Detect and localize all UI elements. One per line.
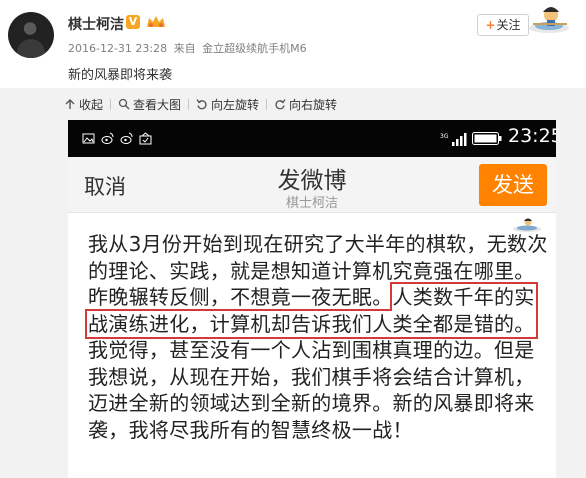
viewer-toolbar: 收起 查看大图 向左旋转 向右旋转 [64, 94, 337, 114]
message-notification-icon [139, 132, 152, 145]
status-time: 23:25 [508, 125, 556, 147]
view-large-label: 查看大图 [133, 97, 182, 112]
compose-editor[interactable]: 我从3月份开始到现在研究了大半年的棋软，无数次的理论、实践，就是想知道计算机究竟… [68, 213, 556, 478]
weibo-notification-icon [120, 132, 133, 144]
rotate-left-icon [196, 99, 207, 110]
post-text: 新的风暴即将来袭 [68, 68, 173, 83]
toolbar-divider [110, 98, 112, 110]
collapse-button[interactable]: 收起 [64, 96, 103, 113]
vip-crown-icon [147, 16, 165, 27]
collapse-arrow-icon [65, 99, 75, 109]
image-notification-icon [82, 133, 95, 144]
notification-icons [82, 132, 152, 145]
verified-badge-icon: V [126, 15, 140, 29]
rotate-right-button[interactable]: 向右旋转 [274, 96, 337, 113]
post-source-prefix: 来自 [173, 42, 196, 55]
avatar[interactable] [8, 12, 54, 58]
signal-icon: 3G [440, 133, 467, 146]
follow-button[interactable]: +关注 [477, 14, 529, 36]
battery-icon [472, 132, 502, 145]
view-large-button[interactable]: 查看大图 [118, 96, 181, 113]
image-viewer: 收起 查看大图 向左旋转 向右旋转 3G 23:2 取消 发微博 棋士柯洁 发送… [0, 88, 586, 478]
magnifier-icon [118, 98, 130, 110]
post-timestamp[interactable]: 2016-12-31 23:28 [68, 42, 167, 55]
weibo-notification-icon [101, 132, 114, 144]
compose-text-part2: 我觉得，甚至没有一个人沾到围棋真理的边。但是我想说，从现在开始，我们棋手将会结合… [88, 338, 535, 442]
follow-plus-icon: + [485, 18, 496, 32]
post-source[interactable]: 金立超级续航手机M6 [202, 42, 307, 55]
send-button[interactable]: 发送 [479, 164, 547, 206]
post-meta: 2016-12-31 23:28 来自 金立超级续航手机M6 [68, 40, 310, 56]
status-bar: 3G 23:25 [68, 120, 556, 157]
username[interactable]: 棋士柯洁 [68, 14, 124, 34]
rotate-right-icon [275, 99, 286, 110]
weibo-post-header: 棋士柯洁 V 2016-12-31 23:28 来自 金立超级续航手机M6 新的… [0, 0, 586, 88]
phone-screenshot: 3G 23:25 取消 发微博 棋士柯洁 发送 [68, 120, 556, 478]
follow-label: 关注 [496, 18, 521, 32]
rotate-right-label: 向右旋转 [289, 97, 338, 112]
rotate-left-button[interactable]: 向左旋转 [196, 96, 259, 113]
compose-header: 取消 发微博 棋士柯洁 发送 [68, 157, 556, 213]
toolbar-divider [266, 98, 268, 110]
toolbar-divider [188, 98, 190, 110]
mascot-icon [529, 7, 569, 33]
network-label: 3G [440, 133, 449, 140]
compose-text[interactable]: 我从3月份开始到现在研究了大半年的棋软，无数次的理论、实践，就是想知道计算机究竟… [85, 231, 548, 443]
collapse-label: 收起 [79, 97, 104, 112]
rotate-left-label: 向左旋转 [211, 97, 260, 112]
